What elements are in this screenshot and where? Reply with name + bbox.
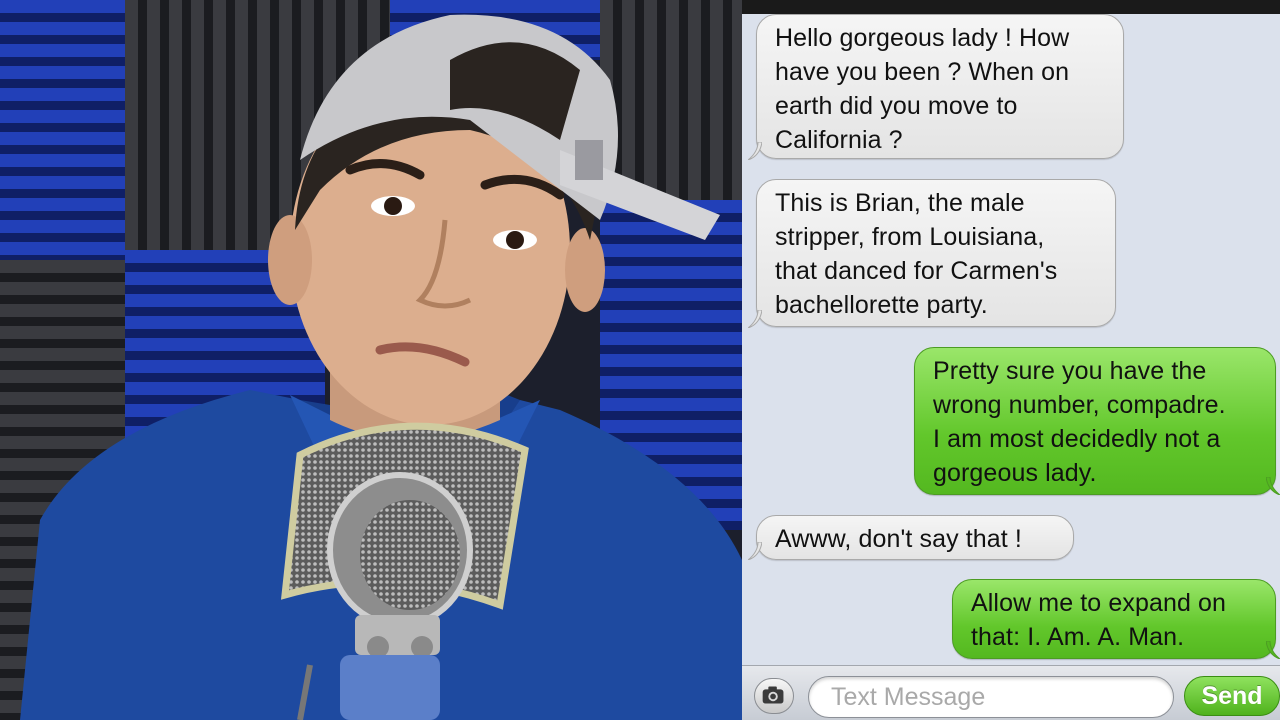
message-text: stripper, from Louisiana, [775, 223, 1045, 251]
message-text: This is Brian, the male [775, 189, 1025, 217]
message-text: California ? [775, 126, 903, 154]
message-text: wrong number, compadre. [933, 391, 1226, 419]
message-text: Hello gorgeous lady ! How [775, 24, 1070, 52]
outgoing-message-bubble: Allow me to expand on that: I. Am. A. Ma… [952, 579, 1276, 659]
message-thread: Hello gorgeous lady ! How have you been … [742, 14, 1280, 720]
bubble-tail-icon [748, 310, 762, 328]
message-text: I am most decidedly not a [933, 425, 1221, 453]
message-text: that danced for Carmen's [775, 257, 1058, 285]
message-text: Pretty sure you have the [933, 357, 1207, 385]
incoming-message-bubble: Hello gorgeous lady ! How have you been … [756, 14, 1124, 159]
camera-icon [762, 686, 784, 704]
message-text: earth did you move to [775, 92, 1018, 120]
message-composer: Send [742, 665, 1280, 720]
message-text: gorgeous lady. [933, 459, 1097, 487]
camera-button[interactable] [754, 678, 794, 714]
message-text: bachellorette party. [775, 291, 988, 319]
bubble-tail-icon [1266, 641, 1280, 659]
bubble-tail-icon [1266, 477, 1280, 495]
outgoing-message-bubble: Pretty sure you have the wrong number, c… [914, 347, 1276, 495]
message-text: that: I. Am. A. Man. [971, 623, 1185, 651]
microphone-icon [280, 422, 529, 720]
text-message-input[interactable] [808, 676, 1174, 718]
send-button[interactable]: Send [1184, 676, 1280, 716]
video-frame [0, 0, 742, 720]
message-text: Awww, don't say that ! [775, 525, 1022, 553]
incoming-message-bubble: Awww, don't say that ! [756, 515, 1074, 560]
bubble-tail-icon [748, 142, 762, 160]
incoming-message-bubble: This is Brian, the male stripper, from L… [756, 179, 1116, 327]
bubble-tail-icon [748, 542, 762, 560]
message-text: have you been ? When on [775, 58, 1070, 86]
status-strip [742, 0, 1280, 14]
message-text: Allow me to expand on [971, 589, 1227, 617]
